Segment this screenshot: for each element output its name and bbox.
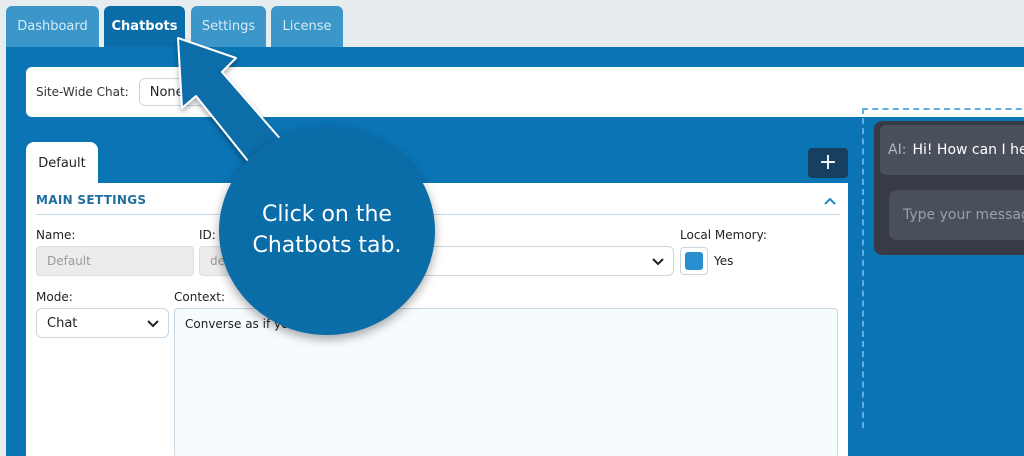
chatbot-preview-header: Chatbot: Default - Theme: Chat [866,92,1024,103]
local-memory-value: Yes [714,254,734,268]
preview-header-prefix: Chatbot: [866,92,913,103]
chevron-down-icon [147,320,159,328]
chat-preview: AI: Hi! How can I he Type your messag [874,121,1024,255]
chevron-down-icon [652,258,664,266]
mode-value: Chat [47,315,78,331]
tab-settings[interactable]: Settings [191,6,266,47]
mode-label: Mode: [36,290,73,304]
tab-license[interactable]: License [271,6,343,47]
site-wide-chat-select[interactable]: None [138,78,213,106]
instruction-callout: Click on the Chatbots tab. [219,127,435,335]
main-settings-header[interactable]: MAIN SETTINGS [36,193,840,215]
ai-message-text: Hi! How can I he [912,142,1024,158]
preview-theme-name: Chat [1004,92,1024,103]
local-memory-label: Local Memory: [680,228,767,242]
context-textarea[interactable]: Converse as if you were Yoda. [174,308,838,456]
ai-label: AI: [888,142,907,158]
chevron-up-icon[interactable] [822,193,838,209]
model-select[interactable]: T [406,246,674,276]
context-label: Context: [174,290,226,304]
id-label: ID: [199,228,216,242]
name-input[interactable]: Default [36,246,194,276]
chatbot-tab-default[interactable]: Default [26,142,98,184]
chat-message-input[interactable]: Type your messag [889,190,1024,240]
ai-message: AI: Hi! How can I he [880,125,1024,175]
mode-select[interactable]: Chat [36,308,169,338]
main-settings-title: MAIN SETTINGS [36,193,147,207]
add-chatbot-button[interactable]: + [808,148,848,178]
site-wide-chat-label: Site-Wide Chat: [36,85,129,99]
callout-line-2: Chatbots tab. [252,233,402,258]
preview-header-sep: - Theme: [953,92,1005,103]
plus-icon: + [818,150,838,175]
main-settings-panel: MAIN SETTINGS Name: Default ID: defa T L… [26,183,848,456]
callout-line-1: Click on the [262,202,392,228]
preview-chatbot-name: Default [912,92,954,103]
name-label: Name: [36,228,76,242]
tab-dashboard[interactable]: Dashboard [6,6,99,47]
top-tabs: Dashboard Chatbots Settings License [0,0,1024,47]
local-memory-checkbox[interactable] [680,247,708,275]
tab-chatbots[interactable]: Chatbots [104,6,185,47]
